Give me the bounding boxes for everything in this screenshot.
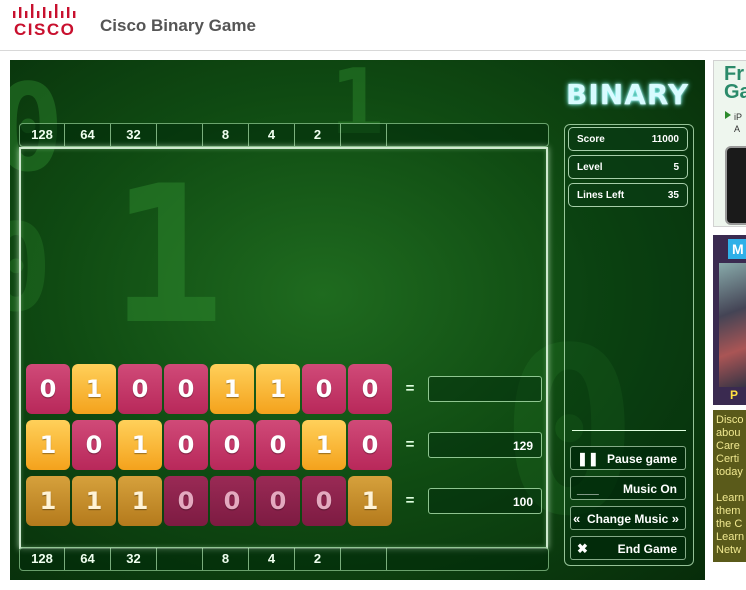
- bit-tile[interactable]: 1: [26, 476, 70, 526]
- place-value-cell: [341, 124, 387, 146]
- change-music-button[interactable]: « Change Music »: [570, 506, 686, 530]
- place-value-cell: [341, 548, 387, 570]
- bit-tile[interactable]: 0: [72, 420, 116, 470]
- equals-sign: =: [405, 436, 415, 453]
- side-panel: Score 11000 Level 5 Lines Left 35 ❚❚ Pau…: [564, 124, 694, 566]
- answer-field[interactable]: 129: [428, 432, 542, 458]
- page-title: Cisco Binary Game: [100, 16, 256, 35]
- bit-tile[interactable]: 1: [302, 420, 346, 470]
- bit-tile[interactable]: 0: [164, 476, 208, 526]
- lines-left-display: Lines Left 35: [568, 183, 688, 207]
- ad-banner-game[interactable]: M P: [713, 235, 746, 405]
- bit-tile[interactable]: 0: [302, 364, 346, 414]
- place-value-cell: 4: [249, 548, 295, 570]
- bit-tile[interactable]: 1: [72, 364, 116, 414]
- bit-tile[interactable]: 0: [210, 420, 254, 470]
- place-value-cell: 8: [203, 124, 249, 146]
- place-value-cell: 64: [65, 124, 111, 146]
- place-value-cell: 32: [111, 124, 157, 146]
- cisco-logo[interactable]: CISCO: [10, 4, 80, 44]
- place-value-bar-top: 128 64 32 8 4 2: [19, 123, 549, 147]
- site-header: CISCO Cisco Binary Game: [0, 0, 746, 51]
- bit-tile[interactable]: 1: [72, 476, 116, 526]
- place-value-filler: [387, 548, 548, 570]
- bit-tile[interactable]: 0: [210, 476, 254, 526]
- end-game-label: End Game: [617, 542, 677, 556]
- panel-divider: [572, 430, 686, 431]
- ad-headline: Fr Ga: [724, 63, 746, 103]
- ad-text: Disco abou Care Certi today Learn them t…: [716, 414, 745, 556]
- answer-field[interactable]: [428, 376, 542, 402]
- ad-caption: P: [730, 388, 739, 402]
- place-value-cell: 4: [249, 124, 295, 146]
- phone-image: [725, 146, 746, 225]
- place-value-cell: 128: [20, 548, 65, 570]
- place-value-cell: 128: [20, 124, 65, 146]
- bit-tile[interactable]: 0: [348, 364, 392, 414]
- bit-tile[interactable]: 0: [256, 476, 300, 526]
- close-icon: ✖: [577, 541, 588, 556]
- pause-icon: ❚❚: [577, 451, 599, 466]
- bit-tile[interactable]: 0: [118, 364, 162, 414]
- ad-tag: M: [728, 239, 746, 259]
- level-display: Level 5: [568, 155, 688, 179]
- place-value-filler: [387, 124, 548, 146]
- pause-game-button[interactable]: ❚❚ Pause game: [570, 446, 686, 470]
- bit-tile[interactable]: 1: [348, 476, 392, 526]
- ad-banner-certification[interactable]: Disco abou Care Certi today Learn them t…: [713, 410, 746, 562]
- equals-sign: =: [405, 492, 415, 509]
- bit-tile[interactable]: 0: [302, 476, 346, 526]
- answer-field[interactable]: 100: [428, 488, 542, 514]
- bit-tile[interactable]: 0: [26, 364, 70, 414]
- pause-game-label: Pause game: [606, 452, 677, 466]
- place-value-bar-bottom: 128 64 32 8 4 2: [19, 547, 549, 571]
- game-brand-logo: BINARY: [566, 78, 690, 111]
- bit-tile[interactable]: 0: [256, 420, 300, 470]
- lines-left-label: Lines Left: [577, 190, 625, 201]
- binary-row: 0 1 0 0 1 1 0 0 =: [26, 364, 546, 416]
- double-chevron-right-icon: »: [671, 511, 679, 526]
- score-label: Score: [577, 134, 605, 145]
- music-toggle-button[interactable]: ___ Music On: [570, 476, 686, 500]
- place-value-cell: 2: [295, 548, 341, 570]
- cisco-bridge-icon: [13, 4, 76, 18]
- binary-row: 1 0 1 0 0 0 1 0 = 129: [26, 420, 546, 472]
- bit-tile[interactable]: 0: [164, 420, 208, 470]
- music-toggle-label: Music On: [622, 482, 677, 496]
- ad-artwork: [719, 263, 746, 387]
- place-value-cell: [157, 124, 203, 146]
- ad-text: iP A: [734, 112, 743, 134]
- game-canvas[interactable]: 0 1 1 0 0 BINARY 128 64 32 8 4 2 0 1 0 0…: [10, 60, 705, 580]
- score-value: 11000: [651, 134, 679, 145]
- bit-tile[interactable]: 1: [256, 364, 300, 414]
- score-display: Score 11000: [568, 127, 688, 151]
- change-music-label: Change Music: [587, 512, 669, 526]
- bit-tile[interactable]: 0: [348, 420, 392, 470]
- place-value-cell: 2: [295, 124, 341, 146]
- place-value-cell: 64: [65, 548, 111, 570]
- place-value-cell: [157, 548, 203, 570]
- place-value-cell: 8: [203, 548, 249, 570]
- bit-tile[interactable]: 1: [118, 476, 162, 526]
- end-game-button[interactable]: ✖ End Game: [570, 536, 686, 560]
- binary-row: 1 1 1 0 0 0 0 1 = 100: [26, 476, 546, 528]
- double-chevron-left-icon: «: [573, 511, 581, 526]
- equals-sign: =: [405, 380, 415, 397]
- level-value: 5: [673, 162, 679, 173]
- music-line-icon: ___: [577, 481, 599, 496]
- logo-text: CISCO: [14, 20, 76, 39]
- bit-tile[interactable]: 1: [26, 420, 70, 470]
- bit-tile[interactable]: 1: [210, 364, 254, 414]
- level-label: Level: [577, 162, 603, 173]
- place-value-cell: 32: [111, 548, 157, 570]
- bit-tile[interactable]: 1: [118, 420, 162, 470]
- arrow-right-icon: [725, 111, 731, 119]
- lines-left-value: 35: [667, 190, 679, 201]
- ad-banner-phone[interactable]: Fr Ga iP A: [713, 60, 746, 227]
- bit-tile[interactable]: 0: [164, 364, 208, 414]
